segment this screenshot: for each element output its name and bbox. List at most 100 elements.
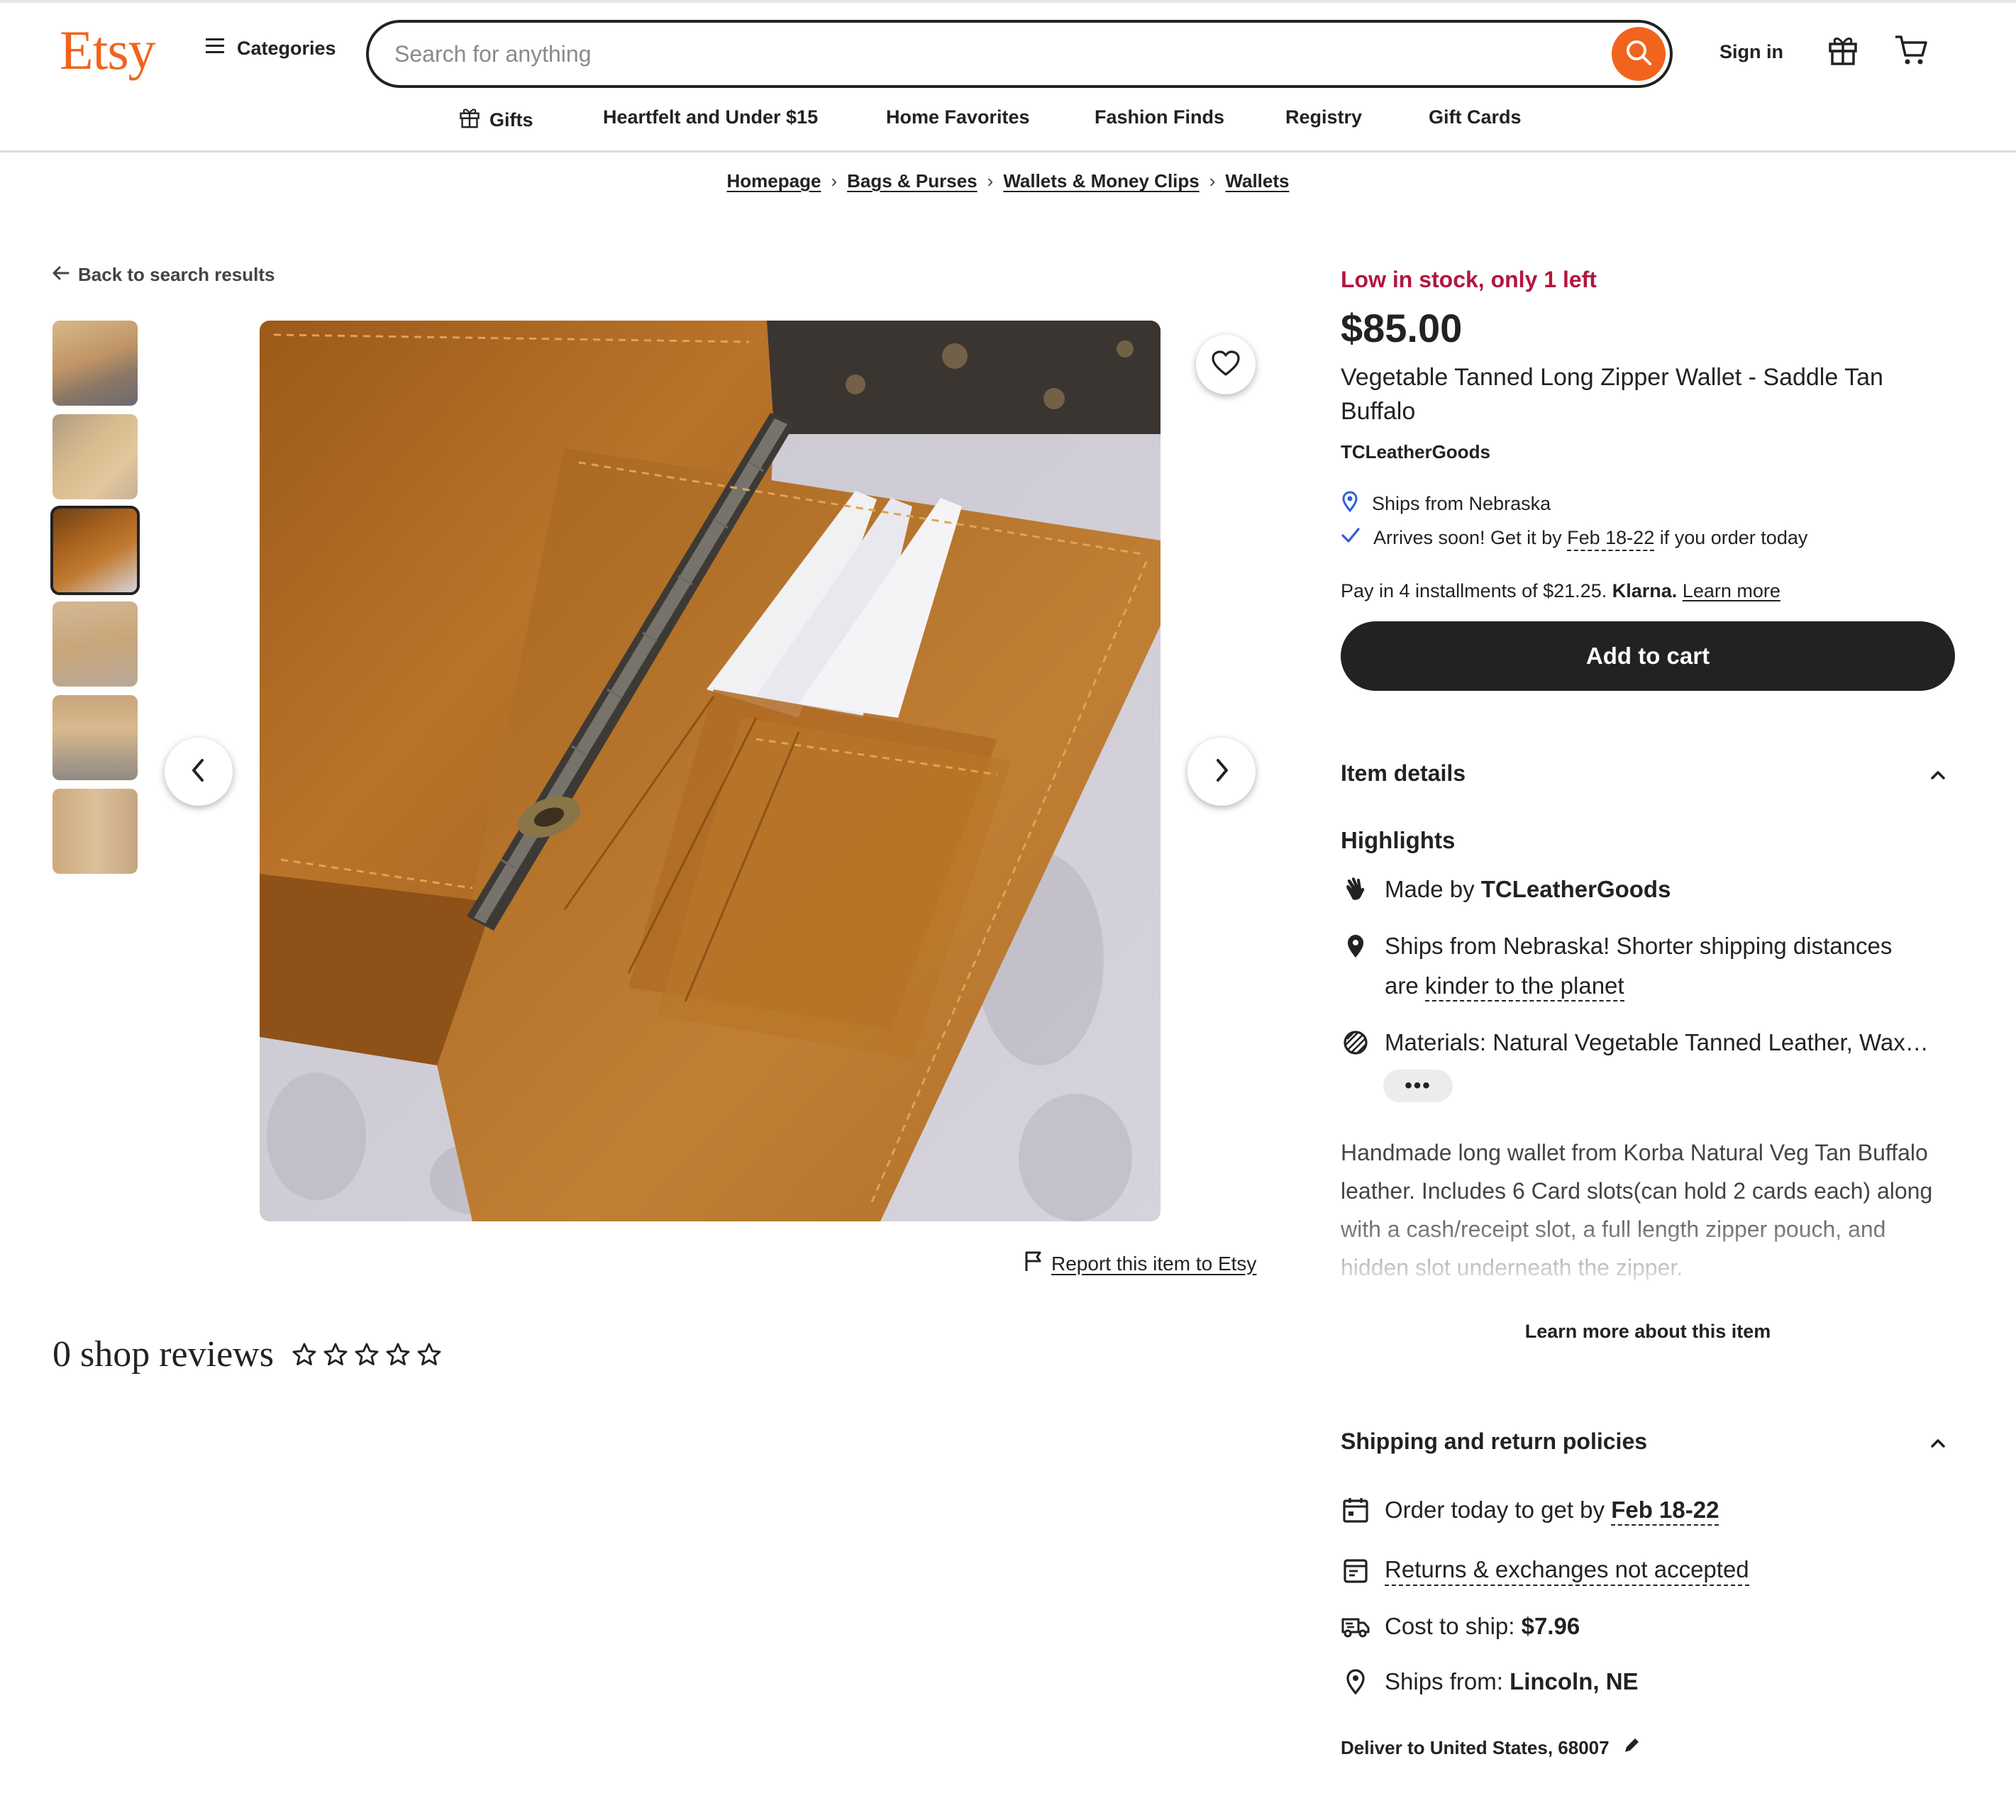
chevron-right-icon: › (1209, 170, 1216, 192)
star-icon (417, 1343, 441, 1365)
product-price: $85.00 (1341, 306, 1463, 350)
ships-highlight-line2-prefix: are (1385, 972, 1419, 999)
report-item-link[interactable]: Report this item to Etsy (1023, 1250, 1256, 1277)
product-title: Vegetable Tanned Long Zipper Wallet - Sa… (1341, 364, 1883, 425)
nav-item-gifts[interactable]: Gifts (458, 106, 533, 134)
breadcrumb-homepage[interactable]: Homepage (727, 170, 821, 192)
nav-divider (0, 150, 2016, 152)
chevron-right-icon (1211, 756, 1232, 788)
description-fade (1341, 1206, 1955, 1305)
next-image-button[interactable] (1187, 738, 1256, 806)
arrow-left-icon (51, 264, 70, 286)
deliver-to-row[interactable]: Deliver to United States, 68007 (1341, 1736, 1955, 1760)
search-bar (366, 20, 1673, 88)
search-button[interactable] (1612, 27, 1666, 81)
shop-reviews-count: 0 shop reviews (52, 1334, 274, 1375)
thumbnail-5[interactable] (52, 695, 138, 780)
item-details-toggle[interactable]: Item details (1341, 760, 1955, 787)
klarna-text: Pay in 4 installments of $21.25. (1341, 580, 1607, 601)
thumbnail-3-selected[interactable] (50, 506, 140, 595)
product-image (260, 321, 1161, 1221)
add-to-cart-button[interactable]: Add to cart (1341, 621, 1955, 691)
highlight-made-by: Made by TCLeatherGoods (1341, 870, 1955, 909)
location-pin-icon (1341, 1669, 1370, 1694)
shop-name-link[interactable]: TCLeatherGoods (1341, 441, 1955, 463)
made-by-prefix: Made by (1385, 876, 1475, 902)
klarna-learn-more-link[interactable]: Learn more (1683, 580, 1780, 601)
report-label: Report this item to Etsy (1051, 1252, 1257, 1275)
gift-icon[interactable] (1827, 34, 1859, 70)
show-more-materials-button[interactable]: ••• (1383, 1070, 1453, 1102)
returns-policy-link[interactable]: Returns & exchanges not accepted (1385, 1556, 1749, 1586)
back-label: Back to search results (78, 264, 275, 285)
returns-icon (1341, 1558, 1370, 1585)
breadcrumb-wallets[interactable]: Wallets (1225, 170, 1289, 192)
materials-text: Materials: Natural Vegetable Tanned Leat… (1385, 1029, 1929, 1055)
order-by-row: Order today to get by Feb 18-22 (1341, 1497, 1955, 1526)
nav-item-registry[interactable]: Registry (1285, 106, 1362, 128)
checkmark-icon (1341, 526, 1361, 550)
menu-icon (204, 37, 226, 60)
search-icon (1623, 37, 1654, 72)
thumbnail-2[interactable] (52, 414, 138, 499)
cost-to-ship-label: Cost to ship: (1385, 1613, 1515, 1639)
cart-icon[interactable] (1894, 34, 1928, 70)
learn-more-about-item-link[interactable]: Learn more about this item (1341, 1321, 1955, 1343)
flag-icon (1023, 1250, 1043, 1277)
ships-from-value: Lincoln, NE (1510, 1668, 1639, 1694)
arrival-date[interactable]: Feb 18-22 (1567, 527, 1655, 551)
categories-label: Categories (237, 38, 336, 59)
nav-item-gift-cards[interactable]: Gift Cards (1429, 106, 1522, 128)
highlights-heading: Highlights (1341, 827, 1456, 853)
thumbnail-4[interactable] (52, 601, 138, 687)
order-by-prefix: Order today to get by (1385, 1497, 1605, 1523)
made-by-shop: TCLeatherGoods (1480, 876, 1671, 902)
categories-button[interactable]: Categories (204, 37, 336, 60)
kinder-to-planet-link[interactable]: kinder to the planet (1424, 972, 1624, 1001)
location-pin-icon (1341, 491, 1359, 517)
highlight-ships-from: Ships from Nebraska! Shorter shipping di… (1341, 926, 1955, 1006)
search-input[interactable] (394, 23, 1529, 85)
chevron-up-icon (1929, 1428, 1946, 1455)
sign-in-link[interactable]: Sign in (1719, 41, 1783, 63)
shipping-policies-toggle[interactable]: Shipping and return policies (1341, 1428, 1955, 1455)
thumbnail-6[interactable] (52, 789, 138, 874)
breadcrumb: Homepage › Bags & Purses › Wallets & Mon… (0, 170, 2016, 192)
etsy-logo[interactable]: Etsy (60, 18, 156, 82)
breadcrumb-wallets-money-clips[interactable]: Wallets & Money Clips (1003, 170, 1199, 192)
calendar-icon (1341, 1497, 1370, 1524)
nav-item-heartfelt[interactable]: Heartfelt and Under $15 (603, 106, 818, 128)
favorite-button[interactable] (1196, 335, 1256, 394)
nav-item-label: Gifts (489, 109, 533, 131)
pencil-icon (1622, 1736, 1641, 1760)
previous-image-button[interactable] (165, 738, 233, 806)
stock-alert: Low in stock, only 1 left (1341, 267, 1597, 292)
highlight-materials: Materials: Natural Vegetable Tanned Leat… (1341, 1023, 1955, 1062)
item-details-heading: Item details (1341, 760, 1466, 786)
ships-from-row: Ships from Nebraska (1341, 491, 1955, 517)
star-icon (355, 1343, 379, 1365)
arrival-prefix: Arrives soon! Get it by (1373, 527, 1562, 548)
star-rating (291, 1341, 443, 1368)
hand-icon (1341, 870, 1370, 909)
star-icon (292, 1343, 316, 1365)
heart-icon (1211, 350, 1241, 380)
back-to-search-link[interactable]: Back to search results (51, 264, 275, 286)
top-divider (0, 0, 2016, 3)
cost-to-ship-value: $7.96 (1521, 1613, 1580, 1639)
nav-item-fashion-finds[interactable]: Fashion Finds (1095, 106, 1224, 128)
chevron-right-icon: › (831, 170, 838, 192)
thumbnail-1[interactable] (52, 321, 138, 406)
arrival-suffix: if you order today (1659, 527, 1808, 548)
nav-item-home-favorites[interactable]: Home Favorites (886, 106, 1030, 128)
arrival-row: Arrives soon! Get it by Feb 18-22 if you… (1341, 526, 1955, 551)
klarna-info: Pay in 4 installments of $21.25. Klarna.… (1341, 580, 1955, 602)
chevron-right-icon: › (987, 170, 994, 192)
ships-from-city-row: Ships from: Lincoln, NE (1341, 1668, 1955, 1695)
chevron-up-icon (1929, 760, 1946, 787)
shipping-policies-heading: Shipping and return policies (1341, 1428, 1648, 1454)
order-by-date[interactable]: Feb 18-22 (1611, 1497, 1719, 1526)
shop-reviews: 0 shop reviews (52, 1333, 443, 1375)
cost-to-ship-row: Cost to ship: $7.96 (1341, 1613, 1955, 1640)
breadcrumb-bags-purses[interactable]: Bags & Purses (847, 170, 977, 192)
